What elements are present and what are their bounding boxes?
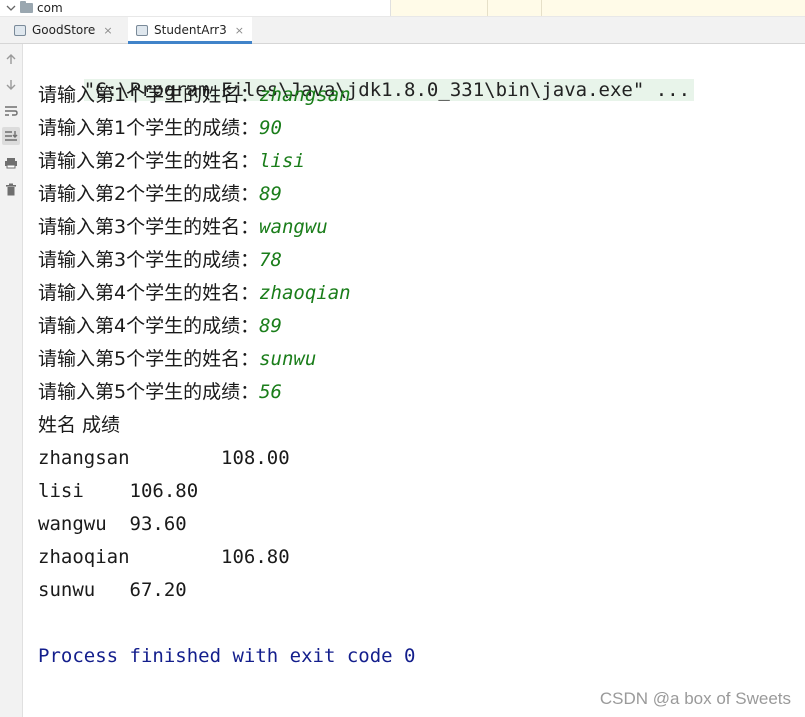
editor-guide <box>541 0 542 16</box>
user-input: zhangsan <box>259 84 351 106</box>
prompt-text: 请输入第4个学生的成绩： <box>38 315 260 337</box>
watermark: CSDN @a box of Sweets <box>599 689 791 708</box>
prompt-text: 请输入第1个学生的成绩： <box>38 117 260 139</box>
run-tab-bar: GoodStore × StudentArr3 × <box>0 17 805 44</box>
prompt-text: 请输入第2个学生的成绩： <box>38 183 260 205</box>
print-icon[interactable] <box>2 154 20 172</box>
user-input: 78 <box>259 249 282 271</box>
tab-goodstore[interactable]: GoodStore × <box>6 17 121 43</box>
console-line: 请输入第3个学生的姓名：wangwu <box>38 213 328 241</box>
result-header: 姓名 成绩 <box>38 414 121 436</box>
folder-icon <box>20 1 33 13</box>
user-input: lisi <box>259 150 305 172</box>
prompt-text: 请输入第4个学生的姓名： <box>38 282 260 304</box>
console-line: 请输入第4个学生的姓名：zhaoqian <box>38 279 351 307</box>
prompt-text: 请输入第1个学生的姓名： <box>38 84 260 106</box>
console-toolbar <box>0 44 23 717</box>
project-tree-strip: com <box>0 0 805 17</box>
editor-peek <box>390 0 805 16</box>
editor-guide <box>487 0 488 16</box>
run-config-icon <box>136 24 148 36</box>
result-row: sunwu 67.20 <box>38 579 187 601</box>
console-line: 请输入第4个学生的成绩：89 <box>38 312 282 340</box>
close-icon[interactable]: × <box>103 24 112 37</box>
prompt-text: 请输入第5个学生的姓名： <box>38 348 260 370</box>
console-line: 请输入第2个学生的姓名：lisi <box>38 147 305 175</box>
tab-label: GoodStore <box>32 23 96 37</box>
up-arrow-icon[interactable] <box>2 50 20 68</box>
result-row: zhangsan 108.00 <box>38 447 290 469</box>
soft-wrap-icon[interactable] <box>2 102 20 120</box>
user-input: 89 <box>259 183 282 205</box>
user-input: sunwu <box>259 348 317 370</box>
console-line: 请输入第1个学生的成绩：90 <box>38 114 282 142</box>
prompt-text: 请输入第5个学生的成绩： <box>38 381 260 403</box>
close-icon[interactable]: × <box>235 24 244 37</box>
chevron-down-icon[interactable] <box>6 3 16 13</box>
user-input: wangwu <box>259 216 328 238</box>
prompt-text: 请输入第2个学生的姓名： <box>38 150 260 172</box>
exit-message: Process finished with exit code 0 <box>38 645 416 667</box>
run-config-icon <box>14 24 26 36</box>
user-input: 56 <box>259 381 282 403</box>
console-line: 请输入第5个学生的姓名：sunwu <box>38 345 316 373</box>
down-arrow-icon[interactable] <box>2 76 20 94</box>
tab-label: StudentArr3 <box>154 23 227 37</box>
prompt-text: 请输入第3个学生的姓名： <box>38 216 260 238</box>
prompt-text: 请输入第3个学生的成绩： <box>38 249 260 271</box>
console-line: 请输入第1个学生的姓名：zhangsan <box>38 81 351 109</box>
trash-icon[interactable] <box>2 180 20 198</box>
tab-studentarr3[interactable]: StudentArr3 × <box>128 17 252 44</box>
scroll-to-end-icon[interactable] <box>2 127 20 145</box>
tree-node-com[interactable]: com <box>6 0 63 16</box>
user-input: 89 <box>259 315 282 337</box>
tree-node-label: com <box>37 1 63 15</box>
console-line: 请输入第5个学生的成绩：56 <box>38 378 282 406</box>
result-row: zhaoqian 106.80 <box>38 546 290 568</box>
user-input: zhaoqian <box>259 282 351 304</box>
console-line: 请输入第2个学生的成绩：89 <box>38 180 282 208</box>
result-row: wangwu 93.60 <box>38 513 187 535</box>
user-input: 90 <box>259 117 282 139</box>
command-line: "C:\Program Files\Java\jdk1.8.0_331\bin\… <box>38 48 695 101</box>
console-line: 请输入第3个学生的成绩：78 <box>38 246 282 274</box>
result-row: lisi 106.80 <box>38 480 199 502</box>
